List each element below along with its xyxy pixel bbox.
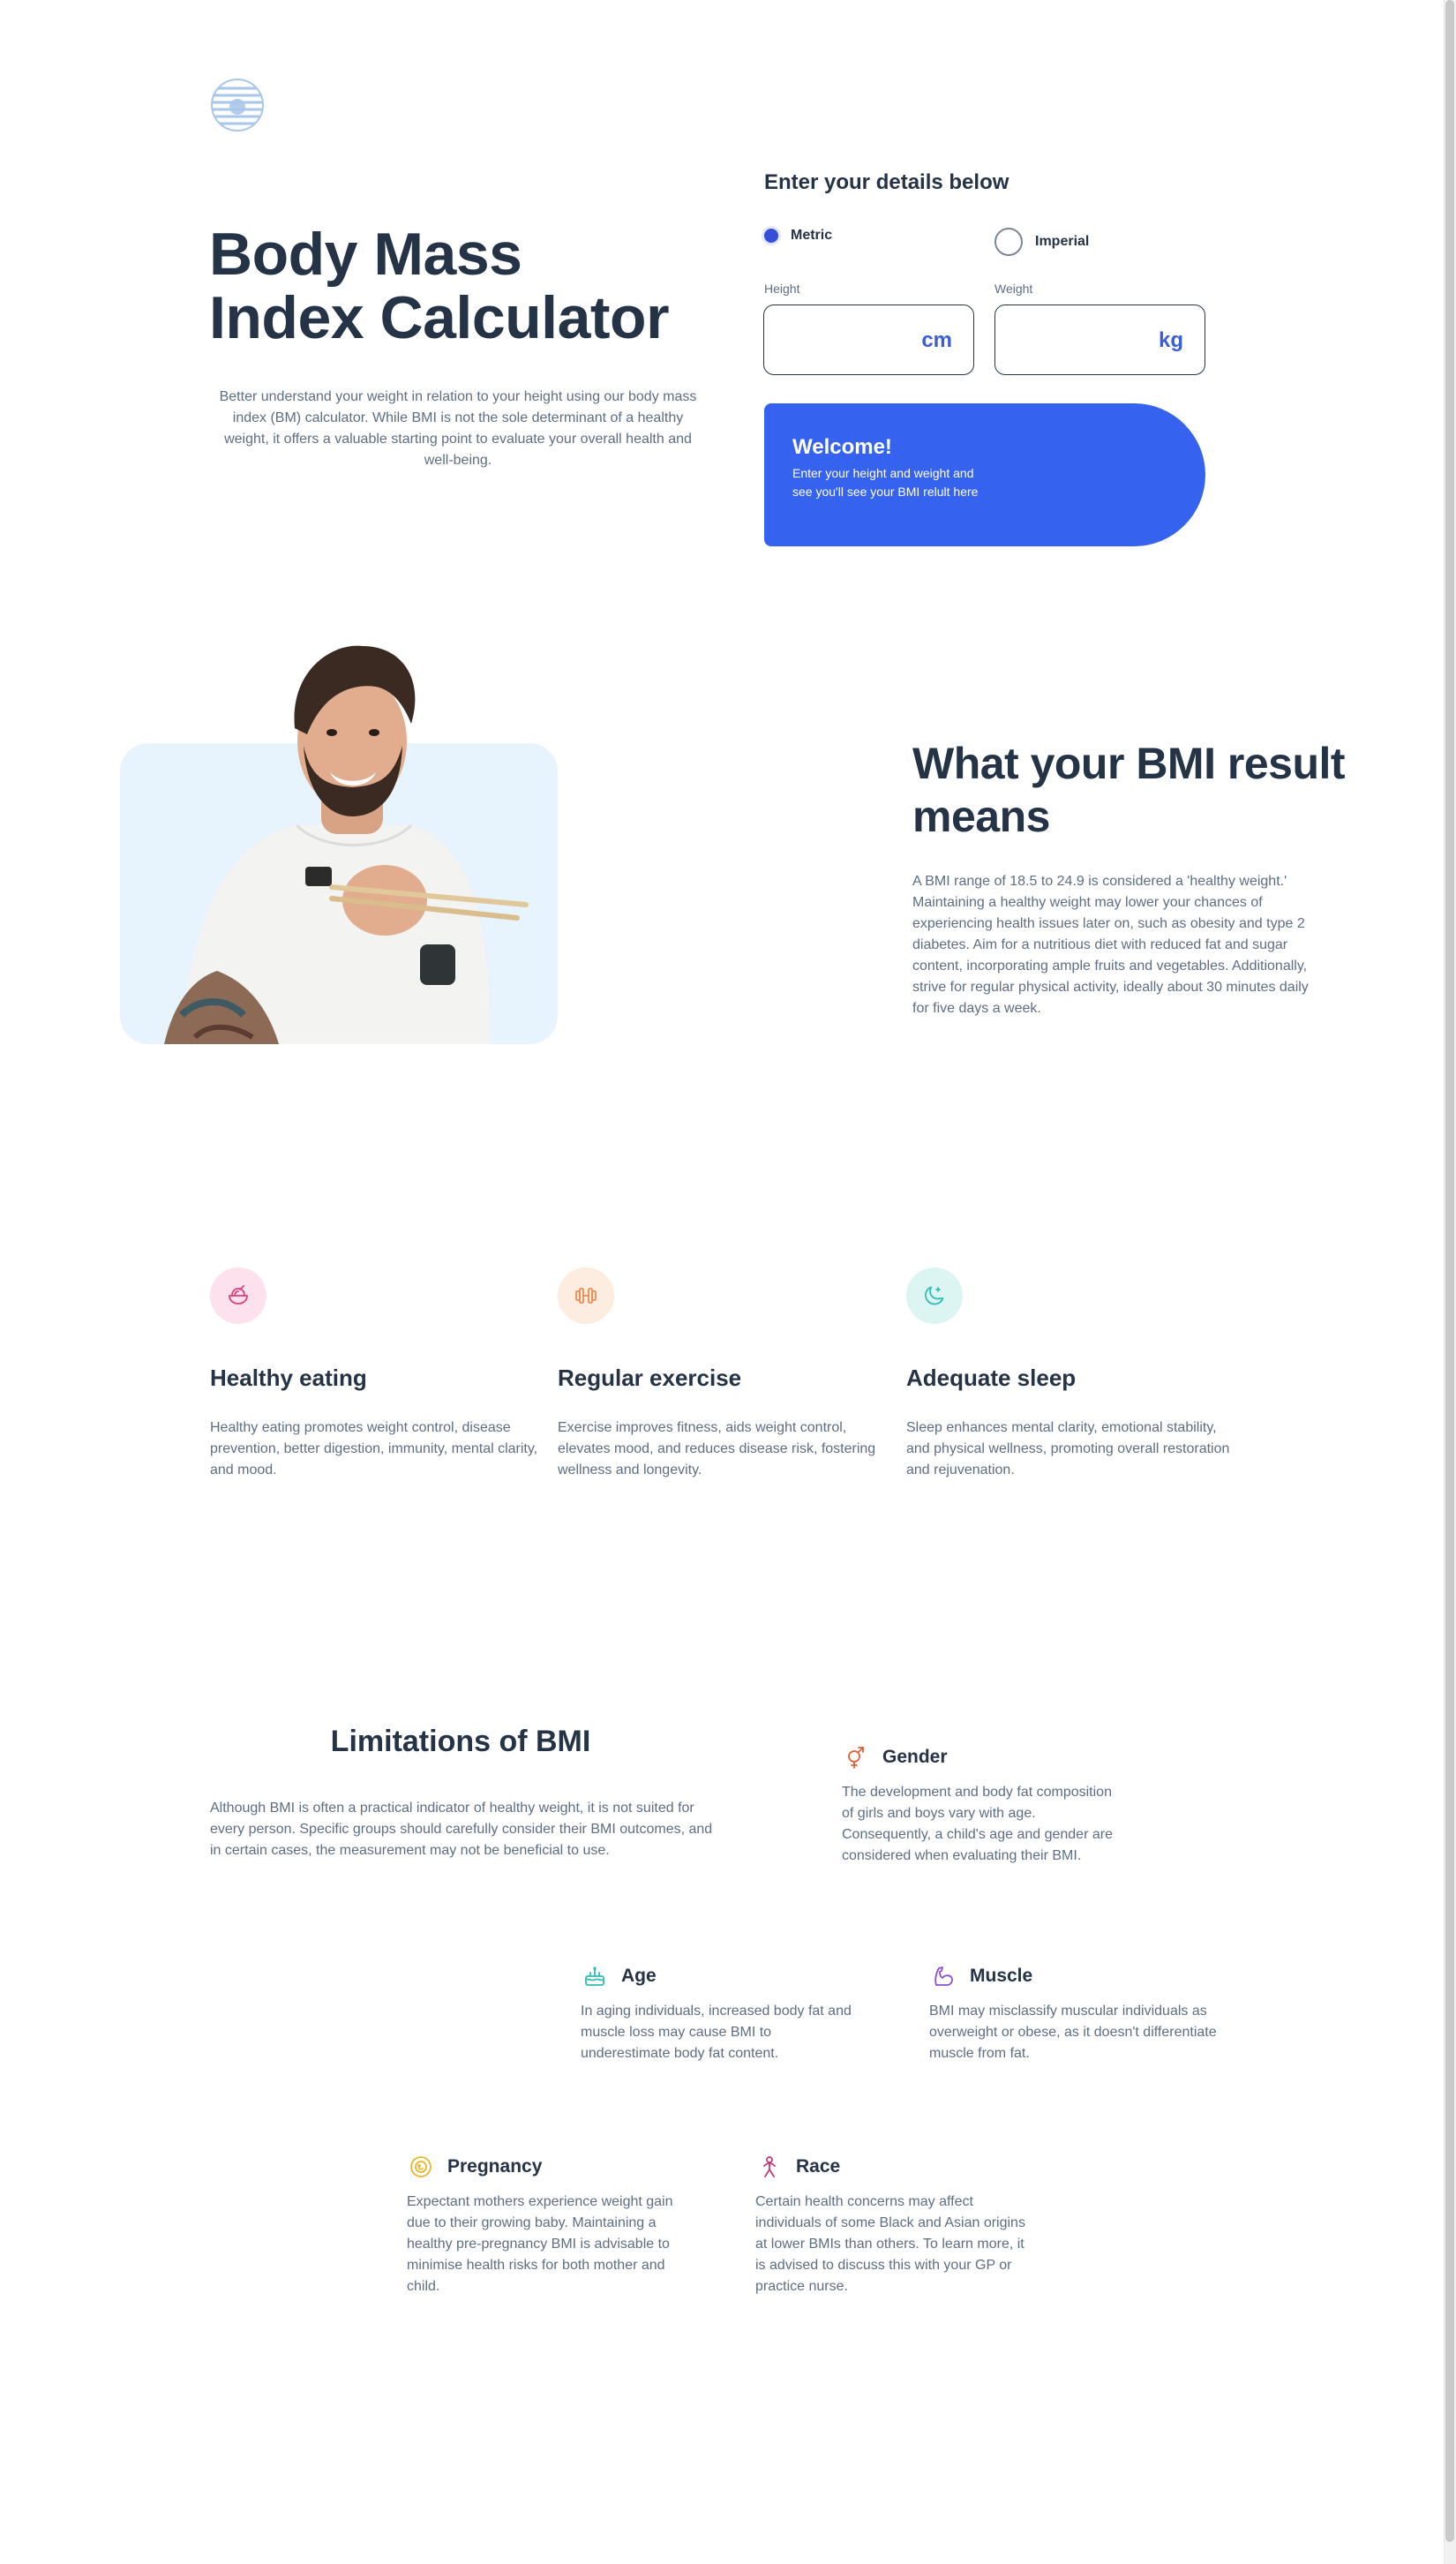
flexed-bicep-icon xyxy=(929,1962,957,1990)
factor-text: BMI may misclassify muscular individuals… xyxy=(929,2004,1217,2061)
form-heading: Enter your details below xyxy=(764,170,1009,194)
bmi-meaning-title: What your BMI result means xyxy=(912,739,1346,841)
height-unit: cm xyxy=(921,328,952,352)
factor-title: Race xyxy=(796,2156,841,2177)
factor-text: The development and body fat composition… xyxy=(842,1785,1113,1863)
height-input[interactable] xyxy=(778,321,902,360)
feature-text: Healthy eating promotes weight control, … xyxy=(210,1420,538,1477)
factor-title: Gender xyxy=(882,1747,948,1767)
imperial-radio[interactable]: Imperial xyxy=(994,228,1089,256)
height-field[interactable]: cm xyxy=(763,305,974,375)
feature-title: Healthy eating xyxy=(210,1365,367,1391)
imperial-radio-indicator[interactable] xyxy=(994,228,1023,256)
metric-radio-label: Metric xyxy=(791,228,833,243)
limitations-title: Limitations of BMI xyxy=(330,1725,591,1758)
gender-icon xyxy=(842,1743,870,1771)
limitations-text: Although BMI is often a practical indica… xyxy=(210,1801,713,1858)
feature-text: Sleep enhances mental clarity, emotional… xyxy=(906,1420,1230,1477)
feature-adequate-sleep: Adequate sleep Sleep enhances mental cla… xyxy=(906,1267,1242,1481)
moon-icon xyxy=(906,1267,963,1324)
limitation-muscle: Muscle BMI may misclassify muscular indi… xyxy=(929,1962,1220,2064)
height-label: Height xyxy=(764,282,800,296)
factor-title: Muscle xyxy=(970,1966,1033,1986)
page-scrollbar[interactable] xyxy=(1444,0,1456,2564)
bmi-meaning-description: A BMI range of 18.5 to 24.9 is considere… xyxy=(912,874,1309,1016)
factor-title: Age xyxy=(621,1966,657,1986)
factor-text: Expectant mothers experience weight gain… xyxy=(407,2194,673,2294)
feature-healthy-eating: Healthy eating Healthy eating promotes w… xyxy=(210,1267,545,1481)
birthday-cake-icon xyxy=(581,1962,609,1990)
limitation-pregnancy: Pregnancy Expectant mothers experience w… xyxy=(407,2153,689,2297)
dumbbell-icon xyxy=(558,1267,614,1324)
person-race-icon xyxy=(755,2153,784,2181)
weight-input[interactable] xyxy=(1009,321,1133,360)
site-logo[interactable] xyxy=(210,78,265,132)
factor-title: Pregnancy xyxy=(447,2156,543,2177)
hero-description: Better understand your weight in relatio… xyxy=(219,389,697,468)
weight-unit: kg xyxy=(1158,328,1183,352)
bmi-result-card: Welcome! Enter your height and weight an… xyxy=(764,403,1205,546)
factor-text: Certain health concerns may affect indiv… xyxy=(755,2194,1025,2294)
feature-title: Adequate sleep xyxy=(906,1365,1077,1391)
page-title-line-1: Body Mass xyxy=(209,221,522,288)
factor-text: In aging individuals, increased body fat… xyxy=(581,2004,852,2061)
limitation-race: Race Certain health concerns may affect … xyxy=(755,2153,1029,2297)
pregnancy-icon xyxy=(407,2153,435,2181)
feature-text: Exercise improves fitness, aids weight c… xyxy=(558,1420,876,1477)
page-title: Body Mass Index Calculator xyxy=(209,222,703,350)
scrollbar-thumb[interactable] xyxy=(1445,0,1454,2542)
metric-radio-selected-indicator[interactable] xyxy=(764,229,778,243)
imperial-radio-label: Imperial xyxy=(1035,234,1090,249)
limitation-gender: Gender The development and body fat comp… xyxy=(842,1743,1115,1867)
feature-title: Regular exercise xyxy=(558,1365,742,1391)
limitation-age: Age In aging individuals, increased body… xyxy=(581,1962,854,2064)
weight-label: Weight xyxy=(994,282,1033,296)
feature-regular-exercise: Regular exercise Exercise improves fitne… xyxy=(558,1267,893,1481)
result-title: Welcome! xyxy=(792,435,892,459)
weight-field[interactable]: kg xyxy=(994,305,1205,375)
man-eating-photo xyxy=(120,635,558,1044)
page-title-line-2: Index Calculator xyxy=(209,284,670,351)
metric-radio[interactable]: Metric xyxy=(764,228,832,244)
result-text: Enter your height and weight and see you… xyxy=(792,466,979,499)
food-bowl-icon xyxy=(210,1267,266,1324)
